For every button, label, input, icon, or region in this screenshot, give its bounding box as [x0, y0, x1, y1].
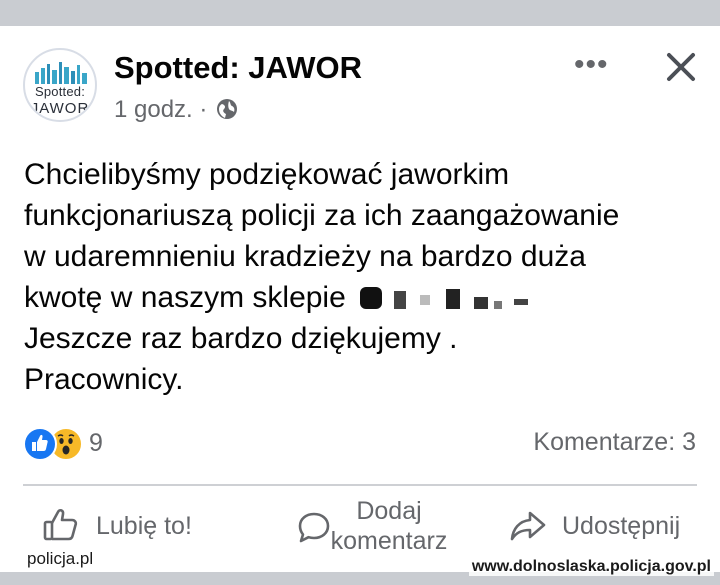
page-name-link[interactable]: Spotted: JAWOR — [114, 50, 362, 86]
comment-label-line-2: komentarz — [330, 527, 448, 555]
avatar-line-1: Spotted: — [34, 84, 86, 99]
post-meta: 1 godz. · — [114, 96, 238, 127]
post-text-line: Chcielibyśmy podziękować jaworkim — [24, 158, 510, 191]
post-text-line: kwotę w naszym sklepie — [24, 277, 704, 318]
comment-label: Dodaj komentarz — [324, 496, 454, 556]
post-card: Spotted: JAWOR Spotted: JAWOR 1 godz. · … — [0, 26, 720, 572]
divider — [23, 484, 697, 486]
share-label: Udostępnij — [562, 512, 681, 540]
more-options-icon[interactable]: ••• — [574, 50, 609, 80]
post-time[interactable]: 1 godz. · — [114, 96, 207, 123]
avatar-line-2: JAWOR — [30, 100, 90, 117]
post-text-line-part: kwotę w naszym sklepie — [24, 281, 346, 314]
watermark-left: policja.pl — [24, 549, 97, 569]
redacted-store-name — [354, 281, 540, 309]
close-icon[interactable] — [664, 50, 698, 84]
reaction-count: 9 — [89, 429, 103, 457]
like-icon — [23, 427, 57, 461]
page-avatar[interactable]: Spotted: JAWOR — [23, 48, 97, 122]
watermark-right: www.dolnoslaska.policja.gov.pl — [468, 558, 714, 576]
comment-label-line-1: Dodaj — [356, 497, 422, 525]
skyline-logo-icon — [35, 62, 87, 84]
comments-count-link[interactable]: Komentarze: 3 — [533, 428, 696, 457]
thumbs-up-icon — [43, 508, 78, 541]
globe-icon — [216, 98, 238, 127]
post-text-line: Jeszcze raz bardzo dziękujemy . — [24, 322, 458, 355]
post-text-line: funkcjonariuszą policji za ich zaangażow… — [24, 199, 620, 232]
like-label: Lubię to! — [96, 512, 192, 540]
post-text-line: Pracownicy. — [24, 363, 184, 396]
share-arrow-icon — [510, 511, 546, 541]
post-text: Chcielibyśmy podziękować jaworkim funkcj… — [24, 154, 704, 400]
post-text-line: w udaremnieniu kradzieży na bardzo duża — [24, 240, 586, 273]
